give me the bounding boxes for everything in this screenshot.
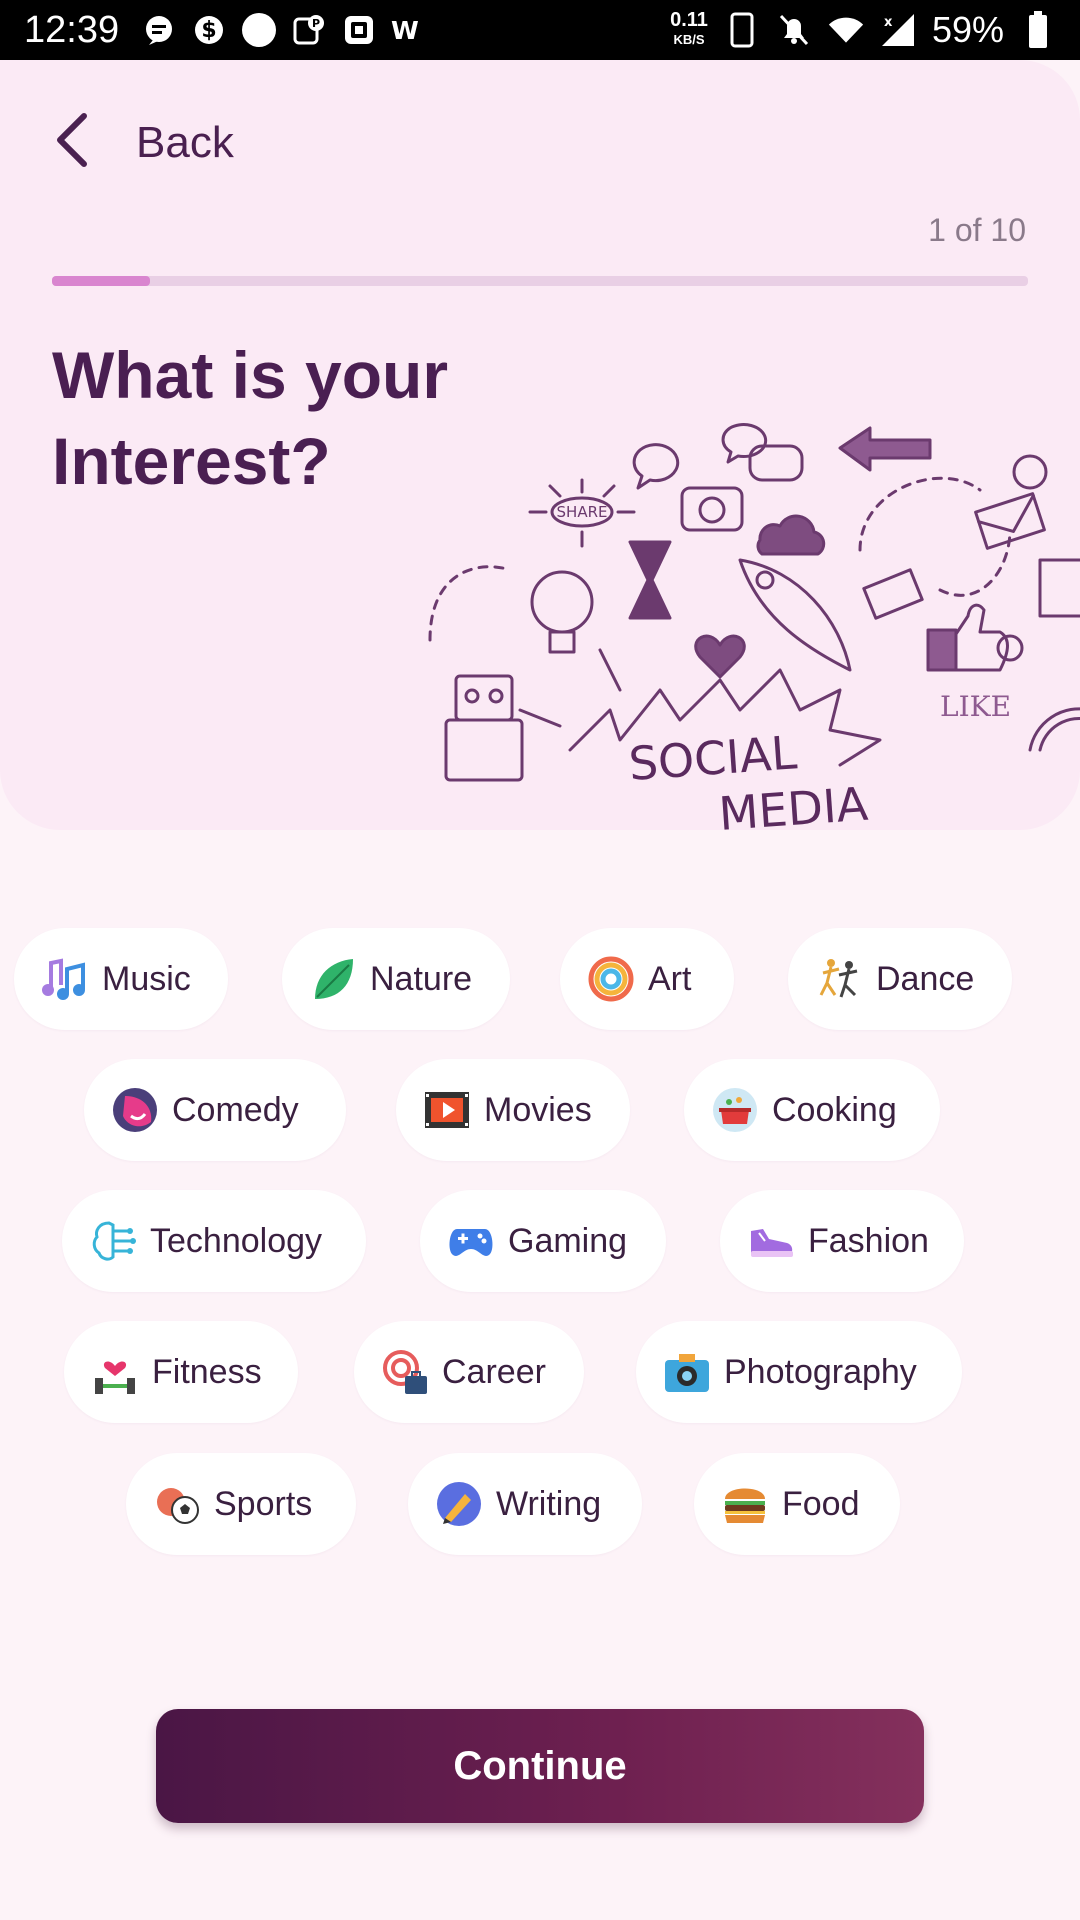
network-speed: 0.11 KB/S bbox=[670, 10, 708, 50]
interest-chip-photography[interactable]: Photography bbox=[636, 1321, 962, 1423]
interest-label: Photography bbox=[724, 1352, 917, 1391]
comedy-mask-icon bbox=[110, 1085, 160, 1135]
wifi-icon bbox=[828, 12, 864, 48]
interest-chip-fitness[interactable]: Fitness bbox=[64, 1321, 298, 1423]
battery-percent: 59% bbox=[931, 9, 1004, 50]
network-speed-unit: KB/S bbox=[673, 32, 705, 47]
continue-button[interactable]: Continue bbox=[156, 1709, 924, 1823]
dollar-app-icon: $ bbox=[191, 12, 227, 48]
status-bar: 12:39 $ P W 0.11 KB/S x 59% bbox=[0, 0, 1080, 60]
screenshot-icon bbox=[341, 12, 377, 48]
page-title: What is your Interest? bbox=[52, 332, 448, 504]
gamepad-icon bbox=[446, 1216, 496, 1266]
title-line-1: What is your bbox=[52, 338, 449, 412]
interest-label: Career bbox=[442, 1352, 546, 1391]
social-word: SOCIAL bbox=[627, 725, 799, 791]
sports-balls-icon bbox=[152, 1479, 202, 1529]
progress-fill bbox=[52, 276, 150, 286]
interest-label: Cooking bbox=[772, 1090, 897, 1129]
chevron-left-icon bbox=[52, 110, 92, 175]
interest-chip-art[interactable]: Art bbox=[560, 928, 734, 1030]
back-label: Back bbox=[136, 117, 234, 167]
message-icon bbox=[141, 12, 177, 48]
social-media-illustration: SHARE LIKE SOCIAL MEDIA bbox=[428, 423, 1080, 830]
circuit-brain-icon bbox=[88, 1216, 138, 1266]
interest-chip-sports[interactable]: Sports bbox=[126, 1453, 356, 1555]
interest-label: Gaming bbox=[508, 1221, 628, 1260]
w-app-icon: W bbox=[391, 12, 427, 48]
leaf-icon bbox=[308, 954, 358, 1004]
cell-signal-icon: x bbox=[880, 12, 916, 48]
interest-label: Nature bbox=[370, 959, 473, 998]
pen-globe-icon bbox=[434, 1479, 484, 1529]
music-notes-icon bbox=[40, 954, 90, 1004]
interest-label: Dance bbox=[876, 959, 975, 998]
svg-text:$: $ bbox=[201, 18, 216, 43]
target-briefcase-icon bbox=[380, 1347, 430, 1397]
camera-icon bbox=[662, 1347, 712, 1397]
sneaker-icon bbox=[746, 1216, 796, 1266]
rainbow-icon bbox=[586, 954, 636, 1004]
network-speed-value: 0.11 bbox=[670, 9, 708, 31]
interest-chip-movies[interactable]: Movies bbox=[396, 1059, 630, 1161]
interest-chip-career[interactable]: Career bbox=[354, 1321, 584, 1423]
like-word: LIKE bbox=[940, 690, 1011, 723]
interest-label: Fashion bbox=[808, 1221, 929, 1260]
phone-vibrate-icon bbox=[724, 12, 760, 48]
step-indicator: 1 of 10 bbox=[928, 212, 1026, 248]
notification-icons: $ P W bbox=[141, 12, 427, 48]
interest-chip-fashion[interactable]: Fashion bbox=[720, 1190, 964, 1292]
interest-chip-music[interactable]: Music bbox=[14, 928, 228, 1030]
status-time: 12:39 bbox=[24, 8, 120, 51]
interest-chip-nature[interactable]: Nature bbox=[282, 928, 510, 1030]
interest-chip-food[interactable]: Food bbox=[694, 1453, 900, 1555]
interest-label: Sports bbox=[214, 1484, 313, 1523]
interest-chip-technology[interactable]: Technology bbox=[62, 1190, 366, 1292]
back-button[interactable]: Back bbox=[52, 110, 234, 175]
header-card: Back 1 of 10 What is your Interest? SHAR… bbox=[0, 60, 1080, 830]
parking-icon: P bbox=[291, 12, 327, 48]
interest-chip-comedy[interactable]: Comedy bbox=[84, 1059, 346, 1161]
dumbbell-heart-icon bbox=[90, 1347, 140, 1397]
interest-chip-dance[interactable]: Dance bbox=[788, 928, 1012, 1030]
system-icons: 0.11 KB/S x 59% bbox=[670, 9, 1056, 51]
progress-bar bbox=[52, 276, 1028, 286]
svg-text:x: x bbox=[884, 15, 893, 30]
interest-label: Comedy bbox=[172, 1090, 299, 1129]
interest-chip-gaming[interactable]: Gaming bbox=[420, 1190, 666, 1292]
interest-label: Music bbox=[102, 959, 191, 998]
interest-label: Technology bbox=[150, 1221, 323, 1260]
interest-label: Art bbox=[648, 959, 692, 998]
battery-icon bbox=[1020, 11, 1056, 48]
dancers-icon bbox=[814, 954, 864, 1004]
svg-text:P: P bbox=[312, 17, 320, 30]
interest-label: Fitness bbox=[152, 1352, 262, 1391]
interest-chip-cooking[interactable]: Cooking bbox=[684, 1059, 940, 1161]
cooking-pot-icon bbox=[710, 1085, 760, 1135]
mute-bell-icon bbox=[776, 12, 812, 48]
circle-icon bbox=[241, 12, 277, 48]
svg-text:W: W bbox=[391, 16, 419, 45]
film-play-icon bbox=[422, 1085, 472, 1135]
interest-label: Writing bbox=[496, 1484, 602, 1523]
interest-label: Movies bbox=[484, 1090, 592, 1129]
burger-icon bbox=[720, 1479, 770, 1529]
interest-label: Food bbox=[782, 1484, 860, 1523]
media-word: MEDIA bbox=[717, 777, 870, 830]
interest-chip-writing[interactable]: Writing bbox=[408, 1453, 642, 1555]
title-line-2: Interest? bbox=[52, 424, 331, 498]
share-word: SHARE bbox=[557, 503, 608, 521]
